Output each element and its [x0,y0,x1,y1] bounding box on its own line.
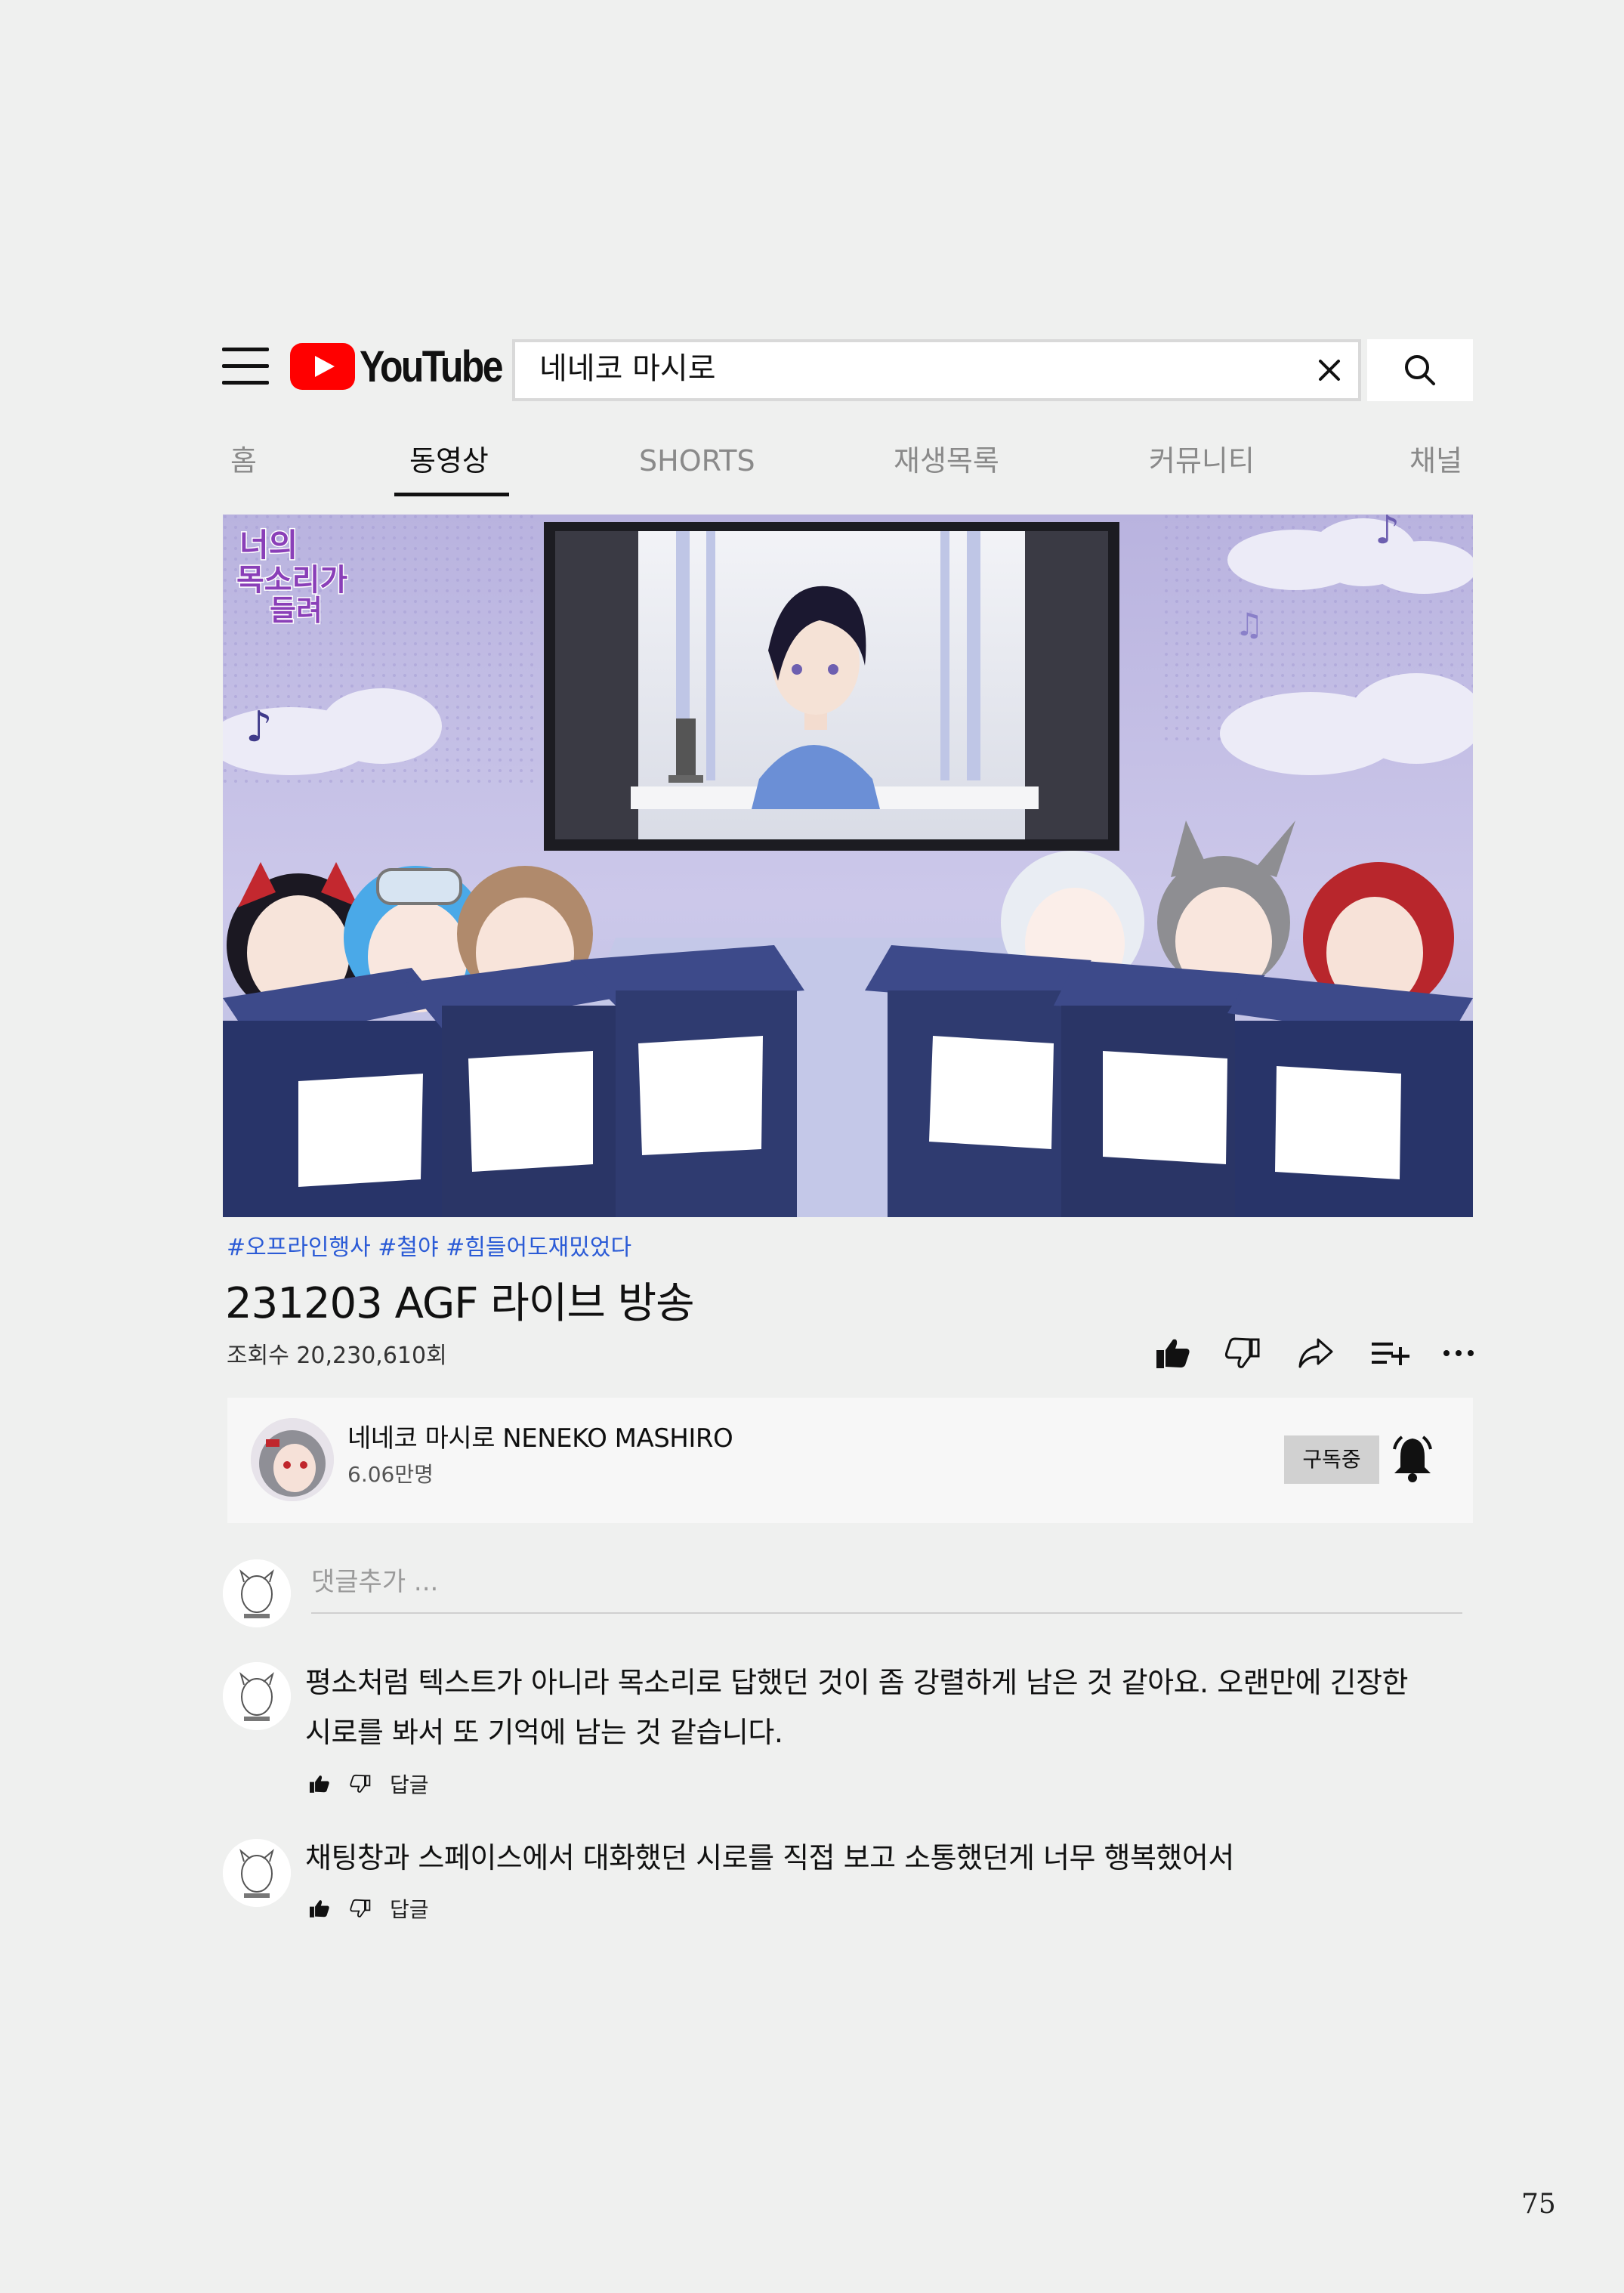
svg-text:♪: ♪ [245,703,273,752]
thumbnail-title-line3: 들려 [270,594,323,627]
commenter-avatar[interactable] [223,1839,291,1907]
tab-community[interactable]: 커뮤니티 [1149,440,1255,482]
search-icon [1405,355,1435,385]
comment-text-line: 채팅창과 스페이스에서 대화했던 시로를 직접 보고 소통했던게 너무 행복했어… [305,1841,1234,1874]
comment-dislike-button[interactable] [349,1899,372,1921]
tab-home[interactable]: 홈 [230,440,257,482]
comment-like-button[interactable] [308,1774,331,1797]
dislike-button[interactable] [1221,1332,1264,1374]
svg-text:♫: ♫ [1235,606,1264,643]
comment-input-underline [311,1612,1462,1614]
logo-text: YouTube [360,341,503,391]
tab-playlists[interactable]: 재생목록 [894,440,999,482]
subscribe-button[interactable]: 구독중 [1284,1435,1379,1484]
reply-button[interactable]: 답글 [390,1896,429,1924]
user-avatar [223,1559,291,1627]
channel-avatar[interactable] [251,1418,334,1501]
thumbnail-title-line1: 너의 [239,527,298,564]
thumbs-up-icon [310,1900,329,1918]
tab-shorts[interactable]: SHORTS [639,440,755,482]
thumbs-down-icon [1224,1337,1260,1368]
search-button[interactable] [1367,339,1473,401]
tab-videos[interactable]: 동영상 [409,440,489,482]
thumbs-up-icon [310,1775,329,1793]
thumbs-down-icon [350,1774,371,1793]
comment-text-line: 시로를 봐서 또 기억에 남는 것 같습니다. [305,1716,783,1749]
youtube-play-icon [290,343,355,390]
video-title: 231203 AGF 라이브 방송 [225,1279,695,1328]
search-query[interactable]: 네네코 마시로 [539,348,716,390]
more-icon [1443,1350,1474,1356]
youtube-logo[interactable]: YouTube [290,341,503,391]
video-hashtags[interactable]: #오프라인행사 #철야 #힘들어도재밌었다 [227,1231,631,1265]
video-thumbnail[interactable]: 너의 목소리가 들려 ♪ ♫ ♪ [223,515,1473,1217]
save-to-playlist-button[interactable] [1369,1332,1411,1374]
like-button[interactable] [1152,1332,1194,1374]
share-icon [1298,1338,1333,1368]
menu-icon[interactable] [222,346,269,387]
more-actions-button[interactable] [1437,1332,1480,1374]
comment-text-line: 평소처럼 텍스트가 아니라 목소리로 답했던 것이 좀 강렬하게 남은 것 같아… [305,1666,1409,1699]
subscriber-count: 6.06만명 [347,1462,434,1487]
svg-text:♪: ♪ [1375,515,1400,553]
thumbnail-title-line2: 목소리가 [236,563,347,598]
thumbs-down-icon [350,1899,371,1918]
share-button[interactable] [1295,1332,1337,1374]
add-comment-input[interactable]: 댓글추가 ... [311,1562,438,1602]
notification-bell-icon[interactable] [1390,1434,1435,1484]
tab-channel[interactable]: 채널 [1409,440,1462,482]
comment-like-button[interactable] [308,1899,331,1921]
clear-icon[interactable] [1313,354,1346,387]
thumbnail-illustration: 너의 목소리가 들려 ♪ ♫ ♪ [223,515,1473,1217]
reply-button[interactable]: 답글 [390,1772,429,1799]
view-count: 조회수 20,230,610회 [227,1343,447,1369]
thumbs-up-icon [1156,1339,1190,1368]
active-tab-indicator [394,493,509,496]
comment-dislike-button[interactable] [349,1774,372,1797]
channel-name[interactable]: 네네코 마시로 NENEKO MASHIRO [347,1420,733,1457]
playlist-add-icon [1372,1343,1409,1365]
commenter-avatar[interactable] [223,1662,291,1730]
page-number: 75 [1521,2189,1556,2220]
